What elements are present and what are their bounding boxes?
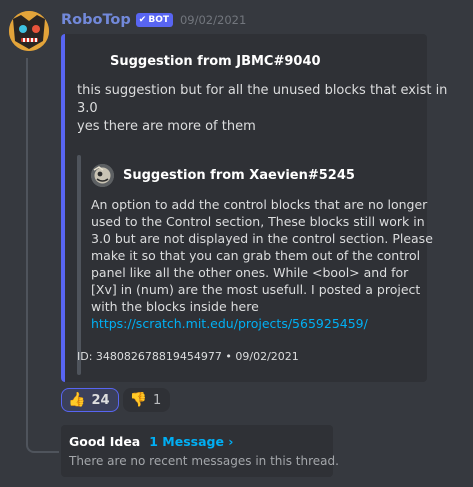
message: RoboTop ✔ BOT 09/02/2021 Suggestion from…	[0, 0, 473, 487]
embed: Suggestion from JBMC#9040 this suggestio…	[61, 34, 448, 382]
reaction-thumbs-down[interactable]: 👎 1	[122, 388, 171, 412]
embed-description-line: yes there are more of them	[77, 119, 256, 134]
reaction-thumbs-up[interactable]: 👍 24	[61, 388, 119, 412]
quote-line: with the blocks inside here	[91, 299, 259, 314]
quote-body: An option to add the control blocks that…	[91, 196, 433, 332]
quote-line: used to the Control section, These block…	[91, 214, 425, 229]
robot-avatar-icon	[9, 11, 49, 51]
reactions: 👍 24 👎 1	[61, 388, 171, 412]
reaction-count: 24	[91, 392, 110, 408]
embed-footer: ID: 348082678819454977 • 09/02/2021	[77, 350, 299, 363]
quote-line: An option to add the control blocks that…	[91, 197, 428, 212]
quote-author: Suggestion from Xaevien#5245	[123, 168, 355, 183]
embed-description-line: this suggestion but for all the unused b…	[77, 83, 448, 98]
avatar[interactable]	[9, 11, 49, 51]
bot-badge-label: BOT	[148, 15, 169, 25]
bot-badge: ✔ BOT	[135, 13, 173, 27]
thread-spine	[26, 58, 59, 453]
message-timestamp[interactable]: 09/02/2021	[180, 13, 246, 27]
message-header: RoboTop ✔ BOT 09/02/2021	[61, 11, 246, 29]
quote-line: panel like all the other ones. While <bo…	[91, 265, 409, 280]
reaction-count: 1	[152, 392, 162, 408]
thread-preview[interactable]: Good Idea 1 Message › There are no recen…	[61, 425, 339, 477]
quote-line: 3.0 but are not displayed in the control…	[91, 231, 433, 246]
embed-description: this suggestion but for all the unused b…	[77, 82, 448, 136]
blockquote-bar	[77, 155, 81, 375]
thread-name[interactable]: Good Idea	[69, 434, 140, 449]
author-name[interactable]: RoboTop	[61, 12, 131, 28]
quote-line: make it so that you can grab them out of…	[91, 248, 421, 263]
embed-author: Suggestion from JBMC#9040	[110, 54, 321, 69]
thread-header: Good Idea 1 Message ›	[69, 434, 325, 449]
thread-message-count[interactable]: 1 Message ›	[149, 434, 233, 449]
quote-line: [Xv] in (num) are the most usefull. I po…	[91, 282, 421, 297]
user-avatar-icon	[91, 164, 114, 187]
quote-author-avatar	[91, 164, 114, 187]
thread-subtitle: There are no recent messages in this thr…	[69, 454, 339, 468]
embed-description-line: 3.0	[77, 101, 98, 116]
project-link[interactable]: https://scratch.mit.edu/projects/5659254…	[91, 316, 368, 331]
verified-check-icon: ✔	[138, 15, 147, 25]
thumbs-up-icon: 👍	[68, 392, 86, 408]
thumbs-down-icon: 👎	[129, 392, 147, 408]
